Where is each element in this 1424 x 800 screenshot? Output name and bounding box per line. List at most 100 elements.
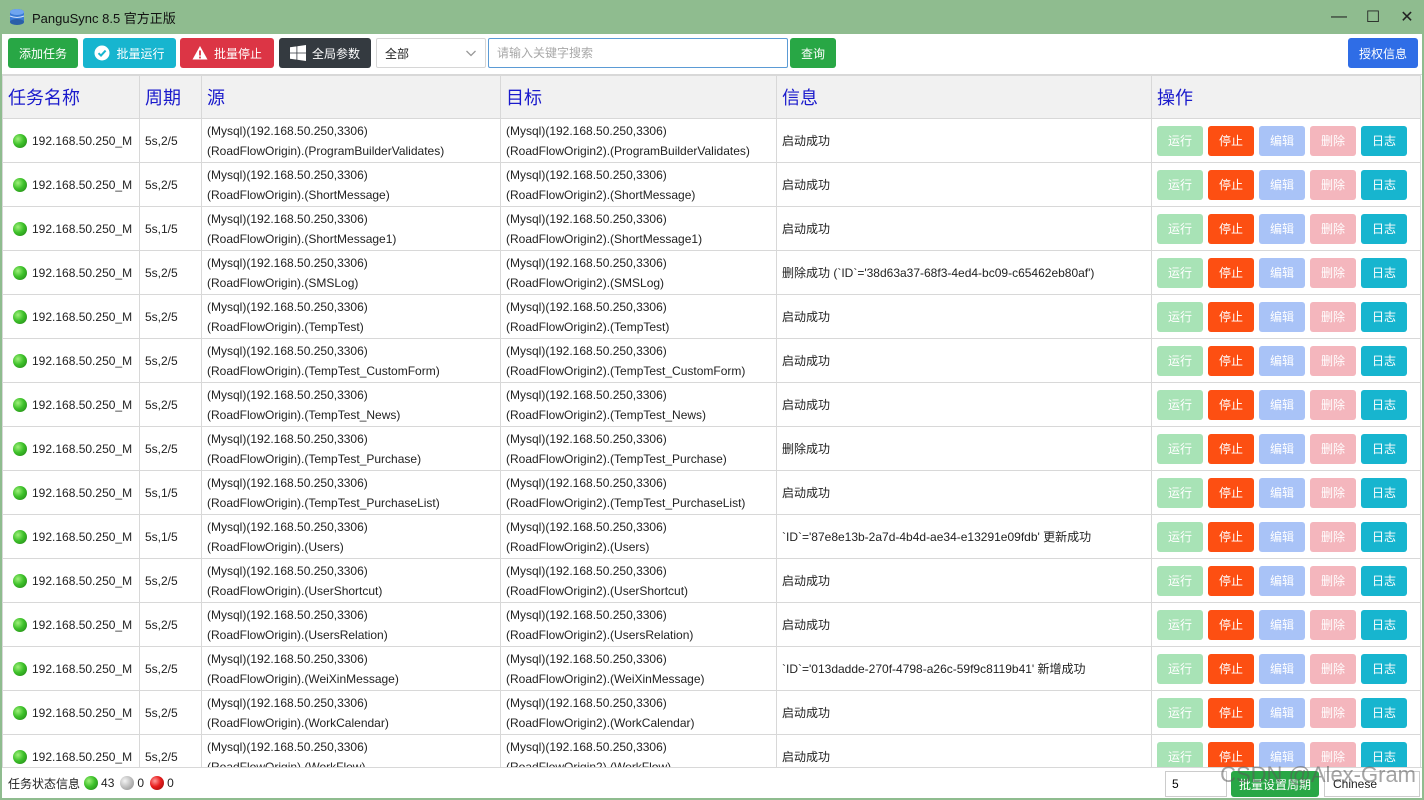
run-button[interactable]: 运行 bbox=[1157, 433, 1203, 464]
stop-button[interactable]: 停止 bbox=[1208, 433, 1254, 464]
log-button[interactable]: 日志 bbox=[1361, 521, 1407, 552]
run-button[interactable]: 运行 bbox=[1157, 213, 1203, 244]
log-button[interactable]: 日志 bbox=[1361, 301, 1407, 332]
run-button[interactable]: 运行 bbox=[1157, 609, 1203, 640]
close-button[interactable]: ✕ bbox=[1390, 0, 1424, 34]
table-row[interactable]: 192.168.50.250_M 5s,2/5 (Mysql)(192.168.50… bbox=[2, 338, 1421, 383]
table-row[interactable]: 192.168.50.250_M 5s,2/5 (Mysql)(192.168.50… bbox=[2, 250, 1421, 295]
stop-button[interactable]: 停止 bbox=[1208, 565, 1254, 596]
add-task-button[interactable]: 添加任务 bbox=[8, 38, 78, 68]
edit-button[interactable]: 编辑 bbox=[1259, 389, 1305, 420]
stop-button[interactable]: 停止 bbox=[1208, 169, 1254, 200]
table-row[interactable]: 192.168.50.250_M 5s,2/5 (Mysql)(192.168.50… bbox=[2, 734, 1421, 767]
batch-stop-button[interactable]: 批量停止 bbox=[180, 38, 274, 68]
log-button[interactable]: 日志 bbox=[1361, 697, 1407, 728]
stop-button[interactable]: 停止 bbox=[1208, 213, 1254, 244]
stop-button[interactable]: 停止 bbox=[1208, 301, 1254, 332]
query-button[interactable]: 查询 bbox=[790, 38, 836, 68]
header-source[interactable]: 源 bbox=[201, 75, 501, 119]
delete-button[interactable]: 删除 bbox=[1310, 213, 1356, 244]
delete-button[interactable]: 删除 bbox=[1310, 257, 1356, 288]
edit-button[interactable]: 编辑 bbox=[1259, 521, 1305, 552]
delete-button[interactable]: 删除 bbox=[1310, 345, 1356, 376]
delete-button[interactable]: 删除 bbox=[1310, 697, 1356, 728]
edit-button[interactable]: 编辑 bbox=[1259, 697, 1305, 728]
run-button[interactable]: 运行 bbox=[1157, 741, 1203, 767]
period-input[interactable] bbox=[1165, 771, 1227, 797]
edit-button[interactable]: 编辑 bbox=[1259, 345, 1305, 376]
run-button[interactable]: 运行 bbox=[1157, 169, 1203, 200]
delete-button[interactable]: 删除 bbox=[1310, 125, 1356, 156]
edit-button[interactable]: 编辑 bbox=[1259, 301, 1305, 332]
stop-button[interactable]: 停止 bbox=[1208, 521, 1254, 552]
run-button[interactable]: 运行 bbox=[1157, 345, 1203, 376]
run-button[interactable]: 运行 bbox=[1157, 521, 1203, 552]
stop-button[interactable]: 停止 bbox=[1208, 477, 1254, 508]
run-button[interactable]: 运行 bbox=[1157, 653, 1203, 684]
run-button[interactable]: 运行 bbox=[1157, 477, 1203, 508]
log-button[interactable]: 日志 bbox=[1361, 477, 1407, 508]
log-button[interactable]: 日志 bbox=[1361, 345, 1407, 376]
run-button[interactable]: 运行 bbox=[1157, 565, 1203, 596]
status-filter-select[interactable]: 全部 bbox=[376, 38, 486, 68]
delete-button[interactable]: 删除 bbox=[1310, 521, 1356, 552]
log-button[interactable]: 日志 bbox=[1361, 653, 1407, 684]
stop-button[interactable]: 停止 bbox=[1208, 609, 1254, 640]
log-button[interactable]: 日志 bbox=[1361, 609, 1407, 640]
run-button[interactable]: 运行 bbox=[1157, 257, 1203, 288]
run-button[interactable]: 运行 bbox=[1157, 125, 1203, 156]
edit-button[interactable]: 编辑 bbox=[1259, 433, 1305, 464]
stop-button[interactable]: 停止 bbox=[1208, 125, 1254, 156]
stop-button[interactable]: 停止 bbox=[1208, 653, 1254, 684]
delete-button[interactable]: 删除 bbox=[1310, 433, 1356, 464]
table-row[interactable]: 192.168.50.250_M 5s,2/5 (Mysql)(192.168.50… bbox=[2, 294, 1421, 339]
log-button[interactable]: 日志 bbox=[1361, 125, 1407, 156]
table-row[interactable]: 192.168.50.250_M 5s,2/5 (Mysql)(192.168.50… bbox=[2, 646, 1421, 691]
run-button[interactable]: 运行 bbox=[1157, 389, 1203, 420]
table-row[interactable]: 192.168.50.250_M 5s,2/5 (Mysql)(192.168.50… bbox=[2, 118, 1421, 163]
edit-button[interactable]: 编辑 bbox=[1259, 565, 1305, 596]
maximize-button[interactable]: ☐ bbox=[1356, 0, 1390, 34]
run-button[interactable]: 运行 bbox=[1157, 697, 1203, 728]
log-button[interactable]: 日志 bbox=[1361, 389, 1407, 420]
edit-button[interactable]: 编辑 bbox=[1259, 477, 1305, 508]
header-info[interactable]: 信息 bbox=[776, 75, 1152, 119]
table-row[interactable]: 192.168.50.250_M 5s,1/5 (Mysql)(192.168.50… bbox=[2, 470, 1421, 515]
table-row[interactable]: 192.168.50.250_M 5s,1/5 (Mysql)(192.168.50… bbox=[2, 206, 1421, 251]
log-button[interactable]: 日志 bbox=[1361, 433, 1407, 464]
header-period[interactable]: 周期 bbox=[139, 75, 202, 119]
edit-button[interactable]: 编辑 bbox=[1259, 213, 1305, 244]
edit-button[interactable]: 编辑 bbox=[1259, 257, 1305, 288]
header-target[interactable]: 目标 bbox=[500, 75, 777, 119]
stop-button[interactable]: 停止 bbox=[1208, 697, 1254, 728]
log-button[interactable]: 日志 bbox=[1361, 169, 1407, 200]
table-row[interactable]: 192.168.50.250_M 5s,2/5 (Mysql)(192.168.50… bbox=[2, 426, 1421, 471]
table-row[interactable]: 192.168.50.250_M 5s,2/5 (Mysql)(192.168.50… bbox=[2, 690, 1421, 735]
search-input[interactable] bbox=[488, 38, 788, 68]
delete-button[interactable]: 删除 bbox=[1310, 477, 1356, 508]
stop-button[interactable]: 停止 bbox=[1208, 345, 1254, 376]
delete-button[interactable]: 删除 bbox=[1310, 609, 1356, 640]
header-task-name[interactable]: 任务名称 bbox=[2, 75, 140, 119]
table-row[interactable]: 192.168.50.250_M 5s,1/5 (Mysql)(192.168.50… bbox=[2, 514, 1421, 559]
license-info-button[interactable]: 授权信息 bbox=[1348, 38, 1418, 68]
delete-button[interactable]: 删除 bbox=[1310, 389, 1356, 420]
minimize-button[interactable]: — bbox=[1322, 0, 1356, 34]
global-params-button[interactable]: 全局参数 bbox=[279, 38, 371, 68]
edit-button[interactable]: 编辑 bbox=[1259, 169, 1305, 200]
edit-button[interactable]: 编辑 bbox=[1259, 125, 1305, 156]
delete-button[interactable]: 删除 bbox=[1310, 653, 1356, 684]
delete-button[interactable]: 删除 bbox=[1310, 301, 1356, 332]
table-row[interactable]: 192.168.50.250_M 5s,2/5 (Mysql)(192.168.50… bbox=[2, 382, 1421, 427]
log-button[interactable]: 日志 bbox=[1361, 565, 1407, 596]
table-row[interactable]: 192.168.50.250_M 5s,2/5 (Mysql)(192.168.50… bbox=[2, 558, 1421, 603]
stop-button[interactable]: 停止 bbox=[1208, 257, 1254, 288]
delete-button[interactable]: 删除 bbox=[1310, 169, 1356, 200]
table-row[interactable]: 192.168.50.250_M 5s,2/5 (Mysql)(192.168.50… bbox=[2, 162, 1421, 207]
stop-button[interactable]: 停止 bbox=[1208, 389, 1254, 420]
table-row[interactable]: 192.168.50.250_M 5s,2/5 (Mysql)(192.168.50… bbox=[2, 602, 1421, 647]
log-button[interactable]: 日志 bbox=[1361, 213, 1407, 244]
delete-button[interactable]: 删除 bbox=[1310, 565, 1356, 596]
edit-button[interactable]: 编辑 bbox=[1259, 609, 1305, 640]
run-button[interactable]: 运行 bbox=[1157, 301, 1203, 332]
